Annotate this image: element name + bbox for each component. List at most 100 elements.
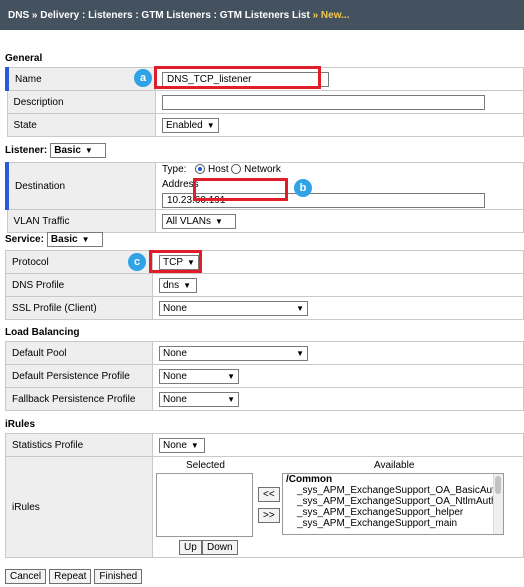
chevron-down-icon: ▼ [296,348,304,358]
section-general: General [5,53,43,64]
breadcrumb-new: New... [320,10,350,21]
selected-heading: Selected [186,460,225,471]
service-table: Protocol TCP ▼ DNS Profile dns ▼ SSL Profi… [5,250,524,320]
move-left-button[interactable]: << [258,487,280,502]
breadcrumb-listeners[interactable]: Listeners [88,10,132,21]
list-item[interactable]: _sys_APM_ExchangeSupport_main [283,518,503,529]
breadcrumb-gtm-listeners-list[interactable]: GTM Listeners List [220,10,310,21]
chevron-down-icon: ▼ [84,146,93,155]
stats-profile-value: None [163,439,187,451]
available-irules-list[interactable]: /Common _sys_APM_ExchangeSupport_OA_Basi… [282,473,504,535]
breadcrumb-delivery[interactable]: Delivery [40,10,79,21]
network-radio[interactable] [231,164,242,175]
vlan-value: All VLANs [166,215,212,227]
protocol-row: Protocol TCP ▼ [5,250,524,274]
section-listener: Listener: Basic ▼ [5,143,107,158]
annotation-badge-c: c [128,253,146,271]
chevron-down-icon: ▼ [215,216,223,226]
section-irules: iRules [5,419,36,430]
section-load-balancing: Load Balancing [5,327,80,338]
fallback-persistence-row: Fallback Persistence Profile None ▼ [5,387,524,411]
dns-profile-select[interactable]: dns ▼ [159,277,197,293]
dns-profile-label: DNS Profile [5,273,153,297]
default-pool-select[interactable]: None ▼ [159,345,308,361]
cancel-button[interactable]: Cancel [5,569,47,584]
host-radio[interactable] [195,164,206,175]
host-label: Host [208,164,229,175]
default-persistence-select[interactable]: None ▼ [159,368,239,384]
load-balancing-table: Default Pool None ▼ Default Persistence P… [5,341,524,411]
service-title: Service: [5,234,44,245]
breadcrumb-separator: » [31,10,41,21]
down-button[interactable]: Down [202,540,238,555]
service-mode-select[interactable]: Basic ▼ [46,232,103,247]
vlan-row: VLAN Traffic All VLANs ▼ [6,209,524,234]
ssl-profile-label: SSL Profile (Client) [5,296,153,320]
listener-mode-select[interactable]: Basic ▼ [50,143,107,158]
type-row: Type: Host Network [162,163,523,177]
available-scrollbar[interactable] [493,474,503,534]
fallback-persistence-value: None [163,393,187,405]
dns-profile-row: DNS Profile dns ▼ [5,273,524,297]
highlight-address-box [193,178,288,201]
listener-mode-value: Basic [54,145,81,156]
stats-profile-label: Statistics Profile [5,433,153,457]
description-row: Description [6,90,524,114]
description-input[interactable] [162,94,485,110]
up-button[interactable]: Up [179,540,202,555]
list-item[interactable]: _sys_APM_ExchangeSupport_OA_NtlmAuth [283,496,503,507]
finished-button[interactable]: Finished [94,569,143,584]
default-pool-row: Default Pool None ▼ [5,341,524,365]
breadcrumb-bar: DNS » Delivery : Listeners : GTM Listene… [0,0,524,30]
vlan-select[interactable]: All VLANs ▼ [162,213,236,229]
breadcrumb-gtm-listeners[interactable]: GTM Listeners [141,10,210,21]
default-pool-value: None [163,347,187,359]
annotation-badge-b: b [294,179,312,197]
chevron-down-icon: ▼ [190,440,199,450]
available-heading: Available [374,460,415,471]
breadcrumb: DNS » Delivery : Listeners : GTM Listene… [8,10,349,21]
annotation-badge-a: a [134,69,152,87]
service-mode-value: Basic [50,234,78,245]
default-persistence-row: Default Persistence Profile None ▼ [5,364,524,388]
vlan-label: VLAN Traffic [6,209,156,234]
scrollbar-thumb[interactable] [495,476,501,494]
chevron-down-icon: ▼ [227,371,235,381]
chevron-down-icon: ▼ [227,394,235,404]
stats-profile-select[interactable]: None ▼ [159,437,205,453]
chevron-down-icon: ▼ [296,303,304,313]
network-label: Network [244,164,281,175]
ssl-profile-row: SSL Profile (Client) None ▼ [5,296,524,320]
listener-title: Listener: [5,145,48,156]
state-select[interactable]: Enabled ▼ [162,117,219,133]
dns-profile-value: dns [163,279,180,291]
chevron-down-icon: ▼ [81,235,90,244]
move-right-button[interactable]: >> [258,508,280,523]
highlight-name-box [154,66,321,89]
selected-irules-list[interactable] [156,473,253,537]
state-value: Enabled [166,119,203,131]
fallback-persistence-label: Fallback Persistence Profile [5,387,153,411]
chevron-down-icon: ▼ [183,280,192,290]
state-row: State Enabled ▼ [6,113,524,137]
type-label: Type: [162,164,187,175]
highlight-protocol-box [149,250,202,273]
state-label: State [6,113,156,137]
list-item[interactable]: _sys_APM_ExchangeSupport_helper [283,507,503,518]
breadcrumb-dns[interactable]: DNS [8,10,29,21]
stats-profile-row: Statistics Profile None ▼ [5,433,524,457]
destination-label: Destination [5,161,156,211]
description-label: Description [6,90,156,114]
available-group: /Common [286,474,333,485]
ssl-profile-value: None [163,302,187,314]
ssl-profile-select[interactable]: None ▼ [159,300,308,316]
breadcrumb-separator: » [312,10,321,21]
default-pool-label: Default Pool [5,341,153,365]
form-actions: Cancel Repeat Finished [5,569,143,584]
fallback-persistence-select[interactable]: None ▼ [159,391,239,407]
list-item[interactable]: _sys_APM_ExchangeSupport_OA_BasicAuth [283,485,503,496]
section-service: Service: Basic ▼ [5,232,103,247]
irules-label: iRules [5,456,153,558]
repeat-button[interactable]: Repeat [49,569,92,584]
chevron-down-icon: ▼ [206,120,215,130]
